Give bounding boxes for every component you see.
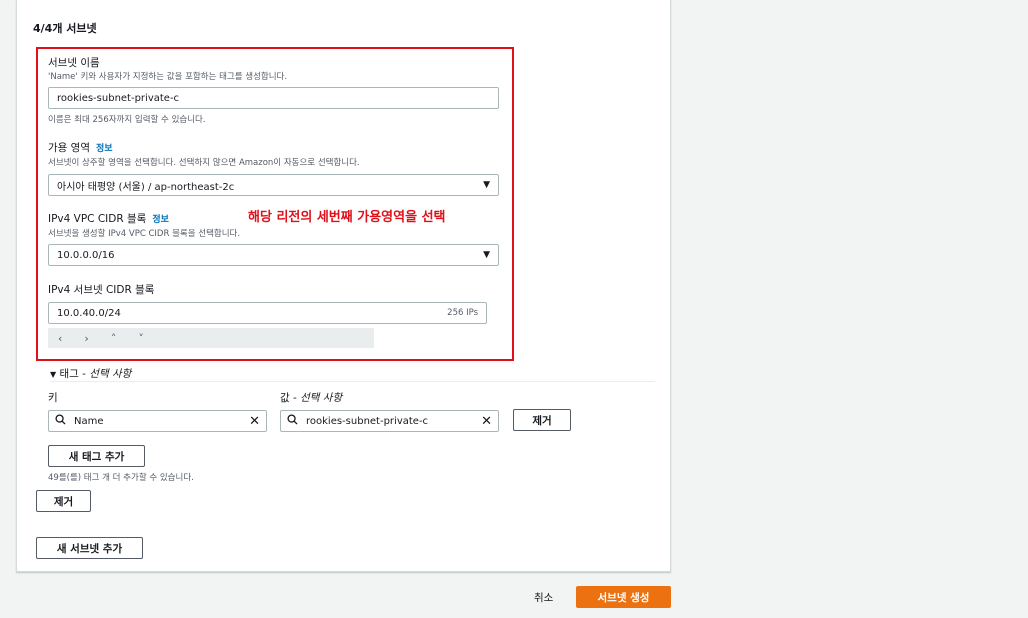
chevron-right-icon[interactable]: ›: [84, 332, 88, 345]
annotation-text: 해당 리전의 세번째 가용영역을 선택: [248, 210, 446, 225]
tags-divider: [50, 381, 655, 382]
availability-zone-description: 서브넷이 상주할 영역을 선택합니다. 선택하지 않으면 Amazon이 자동으…: [48, 158, 360, 168]
vpc-cidr-info-link[interactable]: 정보: [152, 215, 169, 225]
subnet-cidr-value: 10.0.40.0/24: [57, 307, 121, 319]
availability-zone-label: 가용 영역 정보: [48, 140, 113, 155]
tags-header-text: 태그 -: [59, 368, 90, 380]
vpc-cidr-description: 서브넷을 생성할 IPv4 VPC CIDR 블록을 선택합니다.: [48, 229, 241, 239]
subnet-name-input[interactable]: rookies-subnet-private-c: [48, 87, 499, 109]
cidr-nav-row: ‹ › ˄ ˅: [48, 328, 374, 348]
search-icon: [287, 414, 298, 428]
tags-header[interactable]: ▼ 태그 - 선택 사항: [50, 366, 131, 381]
tag-value-label-optional: 선택 사항: [300, 392, 343, 404]
availability-zone-value: 아시아 태평양 (서울) / ap-northeast-2c: [57, 181, 235, 193]
vpc-cidr-label-text: IPv4 VPC CIDR 블록: [48, 213, 147, 225]
close-icon[interactable]: ✕: [249, 414, 260, 429]
tag-key-input[interactable]: Name ✕: [48, 410, 267, 432]
chevron-up-icon[interactable]: ˄: [111, 332, 117, 345]
remove-subnet-button[interactable]: 제거: [36, 490, 91, 512]
subnet-cidr-label: IPv4 서브넷 CIDR 블록: [48, 284, 155, 296]
tags-remaining-hint: 49를(를) 태그 개 더 추가할 수 있습니다.: [48, 473, 194, 483]
tag-value-value: rookies-subnet-private-c: [306, 415, 429, 427]
subnet-cidr-ips: 256 IPs: [447, 308, 478, 318]
subnet-cidr-input[interactable]: 10.0.40.0/24 256 IPs: [48, 302, 487, 324]
subnet-name-label: 서브넷 이름: [48, 57, 100, 69]
tag-value-input[interactable]: rookies-subnet-private-c ✕: [280, 410, 499, 432]
close-icon[interactable]: ✕: [481, 414, 492, 429]
remove-tag-button[interactable]: 제거: [513, 409, 571, 431]
section-title: 4/4개 서브넷: [33, 22, 97, 35]
tag-key-value: Name: [74, 415, 104, 427]
cancel-button[interactable]: 취소: [534, 590, 553, 605]
subnet-name-value: rookies-subnet-private-c: [57, 92, 180, 104]
availability-zone-label-text: 가용 영역: [48, 142, 90, 154]
tags-header-optional: 선택 사항: [89, 368, 132, 380]
subnet-name-description: 'Name' 키와 사용자가 지정하는 값을 포함하는 태그를 생성합니다.: [48, 72, 288, 82]
add-tag-button[interactable]: 새 태그 추가: [48, 445, 145, 467]
availability-zone-select[interactable]: 아시아 태평양 (서울) / ap-northeast-2c ▼: [48, 174, 499, 196]
search-icon: [55, 414, 66, 428]
vpc-cidr-label: IPv4 VPC CIDR 블록 정보: [48, 211, 169, 226]
add-subnet-button[interactable]: 새 서브넷 추가: [36, 537, 143, 559]
vpc-cidr-value: 10.0.0.0/16: [57, 249, 115, 261]
create-subnet-button[interactable]: 서브넷 생성: [576, 586, 671, 608]
subnet-settings-panel: 4/4개 서브넷 서브넷 이름 'Name' 키와 사용자가 지정하는 값을 포…: [16, 0, 671, 572]
caret-down-icon: ▼: [483, 250, 490, 260]
vpc-cidr-select[interactable]: 10.0.0.0/16 ▼: [48, 244, 499, 266]
chevron-down-icon[interactable]: ˅: [138, 332, 144, 345]
caret-down-icon: ▼: [483, 180, 490, 190]
subnet-name-hint: 이름은 최대 256자까지 입력할 수 있습니다.: [48, 115, 206, 125]
caret-down-icon: ▼: [50, 370, 57, 379]
chevron-left-icon[interactable]: ‹: [58, 332, 62, 345]
tag-value-label: 값 - 선택 사항: [280, 390, 342, 405]
availability-zone-info-link[interactable]: 정보: [96, 144, 113, 154]
tag-key-label: 키: [48, 392, 58, 404]
tag-value-label-text: 값 -: [280, 392, 301, 404]
